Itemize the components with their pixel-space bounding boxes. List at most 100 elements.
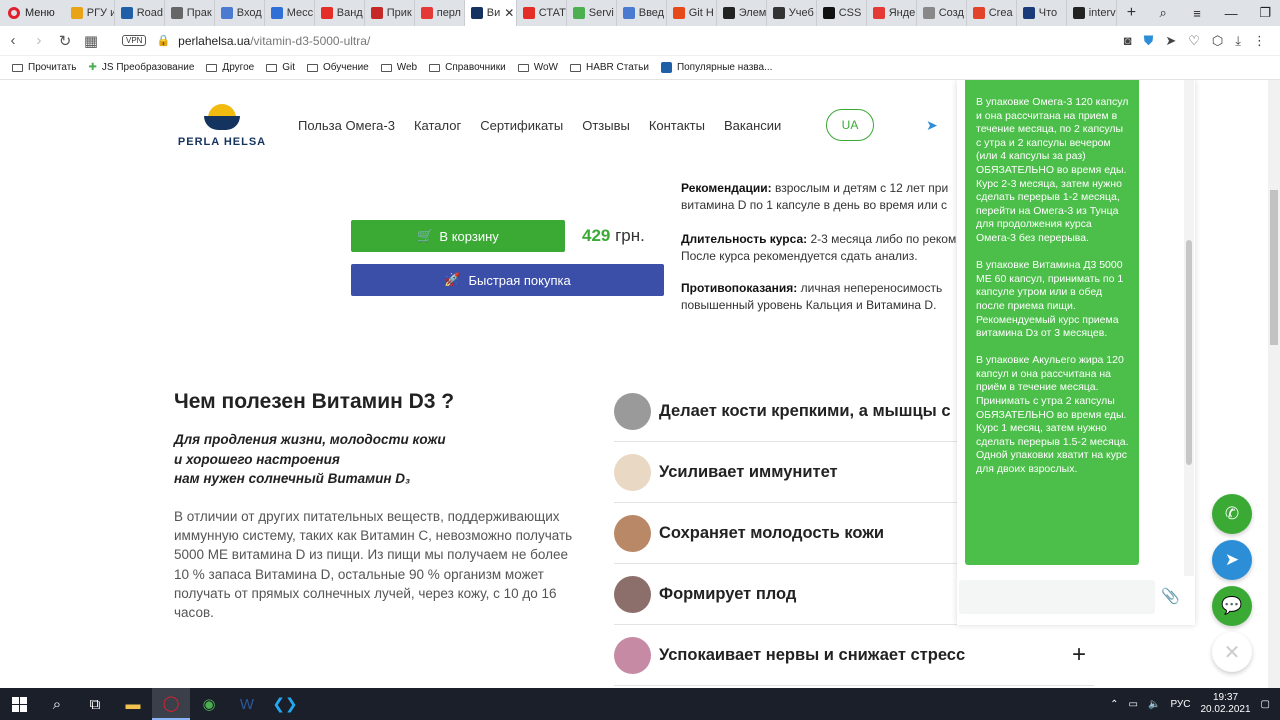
- page-scrollbar[interactable]: [1268, 80, 1280, 688]
- nav-link[interactable]: Контакты: [649, 118, 705, 133]
- speed-dial-icon[interactable]: ▦: [78, 32, 104, 50]
- reload-icon[interactable]: ↻: [52, 32, 78, 50]
- close-widgets-button[interactable]: ✕: [1212, 632, 1252, 672]
- tab-favicon-icon: [320, 7, 333, 19]
- browser-tab[interactable]: РГУ и: [65, 0, 115, 26]
- browser-tab[interactable]: Элем: [717, 0, 767, 26]
- chat-button[interactable]: 💬: [1212, 586, 1252, 626]
- bookmark-item[interactable]: HABR Статьи: [569, 62, 649, 73]
- browser-tab[interactable]: Git H: [667, 0, 717, 26]
- nav-link[interactable]: Польза Омега-3: [298, 118, 395, 133]
- start-button[interactable]: [0, 688, 38, 720]
- restore-icon[interactable]: ❐: [1248, 5, 1280, 21]
- browser-tab[interactable]: СТАТ: [517, 0, 567, 26]
- browser-tab[interactable]: Road: [115, 0, 165, 26]
- word-taskbar-icon[interactable]: W: [228, 688, 266, 720]
- nav-link[interactable]: Отзывы: [582, 118, 630, 133]
- chrome-taskbar-icon[interactable]: ◉: [190, 688, 228, 720]
- browser-tab[interactable]: Прак: [165, 0, 215, 26]
- bookmark-item[interactable]: WoW: [517, 62, 558, 73]
- chat-message-input[interactable]: [959, 580, 1155, 614]
- opera-menu-button[interactable]: Меню: [0, 0, 65, 26]
- bookmark-item[interactable]: Популярные назва...: [660, 62, 772, 73]
- bookmark-item[interactable]: Справочники: [429, 62, 506, 73]
- cube-icon[interactable]: ⬡: [1212, 33, 1223, 49]
- clock[interactable]: 19:37 20.02.2021: [1200, 692, 1250, 716]
- benefit-body: В отличии от других питательных веществ,…: [174, 509, 573, 621]
- bookmark-label: Обучение: [322, 62, 369, 73]
- search-icon[interactable]: ⌕: [38, 688, 76, 720]
- bookmark-label: Git: [282, 62, 295, 73]
- browser-tab[interactable]: Созд: [917, 0, 967, 26]
- browser-tab[interactable]: Ванд: [315, 0, 365, 26]
- volume-icon[interactable]: 🔈: [1148, 699, 1160, 710]
- tab-label: Элем: [738, 7, 767, 19]
- forward-icon[interactable]: ›: [26, 32, 52, 49]
- shield-icon[interactable]: ⛊: [1144, 33, 1154, 49]
- system-tray: ⌃ ▭ 🔈 РУС 19:37 20.02.2021 ▢: [1110, 692, 1280, 716]
- lock-icon[interactable]: 🔒: [156, 34, 170, 47]
- course-label: Длительность курса:: [681, 232, 808, 246]
- task-view-icon[interactable]: ⧉: [76, 688, 114, 720]
- browser-tab[interactable]: Прик: [365, 0, 415, 26]
- back-icon[interactable]: ‹: [0, 32, 26, 49]
- input-lang[interactable]: РУС: [1170, 699, 1190, 710]
- file-explorer-icon[interactable]: ▬: [114, 688, 152, 720]
- opera-taskbar-icon[interactable]: ◯: [152, 688, 190, 720]
- phone-call-button[interactable]: ✆: [1212, 494, 1252, 534]
- lang-switch-button[interactable]: UA: [826, 109, 874, 141]
- url-field[interactable]: perlahelsa.ua/vitamin-d3-5000-ultra/: [178, 34, 370, 48]
- windows-taskbar: ⌕ ⧉ ▬ ◯ ◉ W ❮❯ ⌃ ▭ 🔈 РУС 19:37 20.02.202…: [0, 688, 1280, 720]
- browser-tab[interactable]: Учеб: [767, 0, 817, 26]
- chat-scrollbar[interactable]: [1184, 80, 1194, 576]
- quick-buy-button[interactable]: 🚀 Быстрая покупка: [351, 264, 664, 296]
- expand-plus-icon[interactable]: +: [1072, 641, 1086, 669]
- bookmark-item[interactable]: Обучение: [306, 62, 369, 73]
- browser-tab[interactable]: interv: [1067, 0, 1117, 26]
- search-icon[interactable]: ⌕: [1146, 5, 1180, 21]
- bookmark-item[interactable]: Git: [266, 62, 295, 73]
- close-tab-icon[interactable]: ✕: [504, 6, 514, 20]
- telegram-button[interactable]: ➤: [1212, 540, 1252, 580]
- windows-logo-icon: [11, 696, 27, 712]
- bookmark-item[interactable]: Другое: [206, 62, 254, 73]
- accordion-item[interactable]: Успокаивает нервы и снижает стресс +: [614, 625, 1094, 686]
- window-controls: ⌕ ≡ — ❐ ✕: [1146, 0, 1280, 26]
- attach-icon[interactable]: 📎: [1161, 587, 1180, 605]
- browser-tab[interactable]: Ви ✕: [464, 0, 517, 26]
- browser-tab[interactable]: Servi: [567, 0, 617, 26]
- site-logo[interactable]: PERLA HELSA: [176, 102, 268, 148]
- add-to-cart-button[interactable]: 🛒 В корзину: [351, 220, 565, 252]
- bookmark-item[interactable]: Прочитать: [12, 62, 77, 73]
- download-icon[interactable]: ⤓: [1235, 33, 1241, 49]
- browser-tab[interactable]: Месс: [265, 0, 315, 26]
- browser-tab[interactable]: Что: [1017, 0, 1067, 26]
- main-nav: Польза Омега-3 Каталог Сертификаты Отзывы Ко…: [298, 118, 781, 133]
- tray-chevron-icon[interactable]: ⌃: [1110, 699, 1118, 710]
- notifications-icon[interactable]: ▢: [1261, 699, 1270, 710]
- new-tab-button[interactable]: +: [1117, 4, 1146, 22]
- telegram-icon[interactable]: ➤: [926, 117, 938, 134]
- more-icon[interactable]: ⋮: [1253, 33, 1266, 49]
- browser-tab[interactable]: Crea: [967, 0, 1017, 26]
- bookmark-item[interactable]: Web: [380, 62, 417, 73]
- browser-tab[interactable]: Введ: [617, 0, 667, 26]
- bookmark-item[interactable]: ✚ JS Преобразование: [89, 62, 195, 73]
- camera-icon[interactable]: ◙: [1124, 33, 1132, 49]
- nav-link[interactable]: Вакансии: [724, 118, 781, 133]
- browser-tab[interactable]: Янде: [867, 0, 917, 26]
- browser-tab[interactable]: перл: [415, 0, 465, 26]
- tab-label: interv: [1088, 7, 1116, 19]
- browser-tab[interactable]: CSS: [817, 0, 867, 26]
- browser-tab[interactable]: Вход: [215, 0, 265, 26]
- vpn-badge[interactable]: VPN: [122, 35, 147, 46]
- send-icon[interactable]: ➤: [1165, 33, 1176, 49]
- network-icon[interactable]: ▭: [1129, 699, 1138, 710]
- heart-icon[interactable]: ♡: [1188, 33, 1200, 49]
- vscode-taskbar-icon[interactable]: ❮❯: [266, 688, 304, 720]
- nav-link[interactable]: Сертификаты: [480, 118, 563, 133]
- nav-link[interactable]: Каталог: [414, 118, 461, 133]
- tab-menu-icon[interactable]: ≡: [1180, 6, 1214, 21]
- benefit-sub-line-2: и хорошего настроения: [174, 451, 340, 467]
- minimize-icon[interactable]: —: [1214, 6, 1248, 21]
